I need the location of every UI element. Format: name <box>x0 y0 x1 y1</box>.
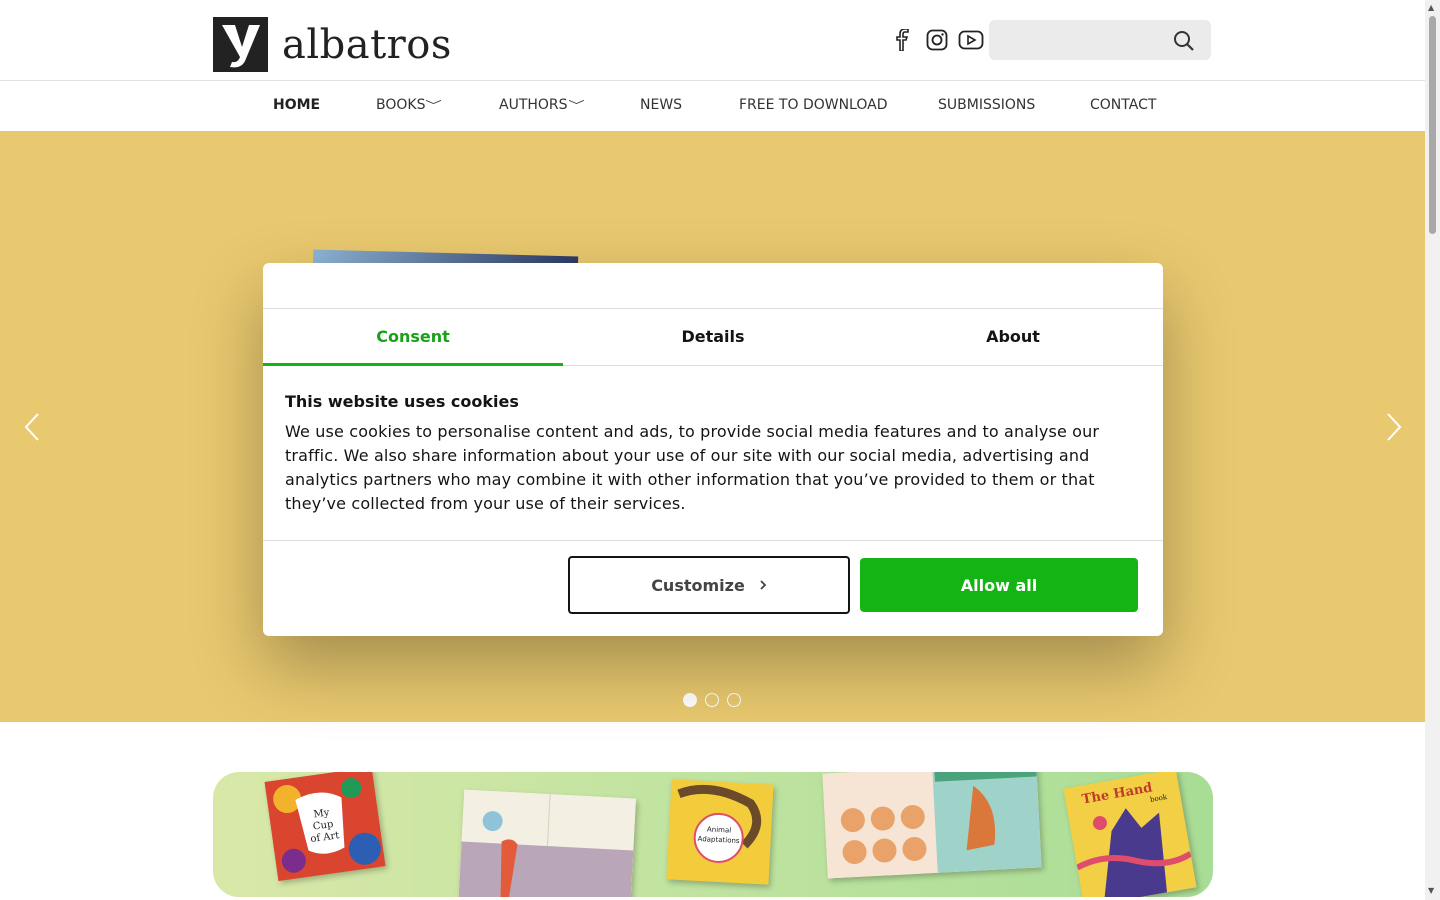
cookie-dialog-title: This website uses cookies <box>285 392 519 411</box>
page: albatros HOME BOOKS﹀ AUTHORS﹀ NEWS FREE … <box>0 0 1425 900</box>
cookie-tabs: Consent Details About <box>263 308 1163 366</box>
scroll-down-icon[interactable]: ▼ <box>1428 886 1434 895</box>
allow-all-button-label: Allow all <box>960 575 1038 595</box>
divider <box>263 540 1163 541</box>
customize-button[interactable]: Customize <box>568 556 850 614</box>
tab-details[interactable]: Details <box>563 309 863 365</box>
allow-all-button[interactable]: Allow all <box>860 558 1138 612</box>
cookie-dialog: Consent Details About This website uses … <box>263 263 1163 636</box>
cookie-overlay: Consent Details About This website uses … <box>0 0 1425 900</box>
cookie-dialog-body: We use cookies to personalise content an… <box>285 422 1100 513</box>
customize-button-label: Customize <box>651 575 745 595</box>
chevron-right-icon <box>759 576 767 595</box>
page-scrollbar[interactable]: ▲ ▼ <box>1425 0 1440 900</box>
scroll-up-icon[interactable]: ▲ <box>1428 3 1434 12</box>
tab-about[interactable]: About <box>863 309 1163 365</box>
scrollbar-thumb[interactable] <box>1429 16 1436 234</box>
tab-consent[interactable]: Consent <box>263 309 563 366</box>
